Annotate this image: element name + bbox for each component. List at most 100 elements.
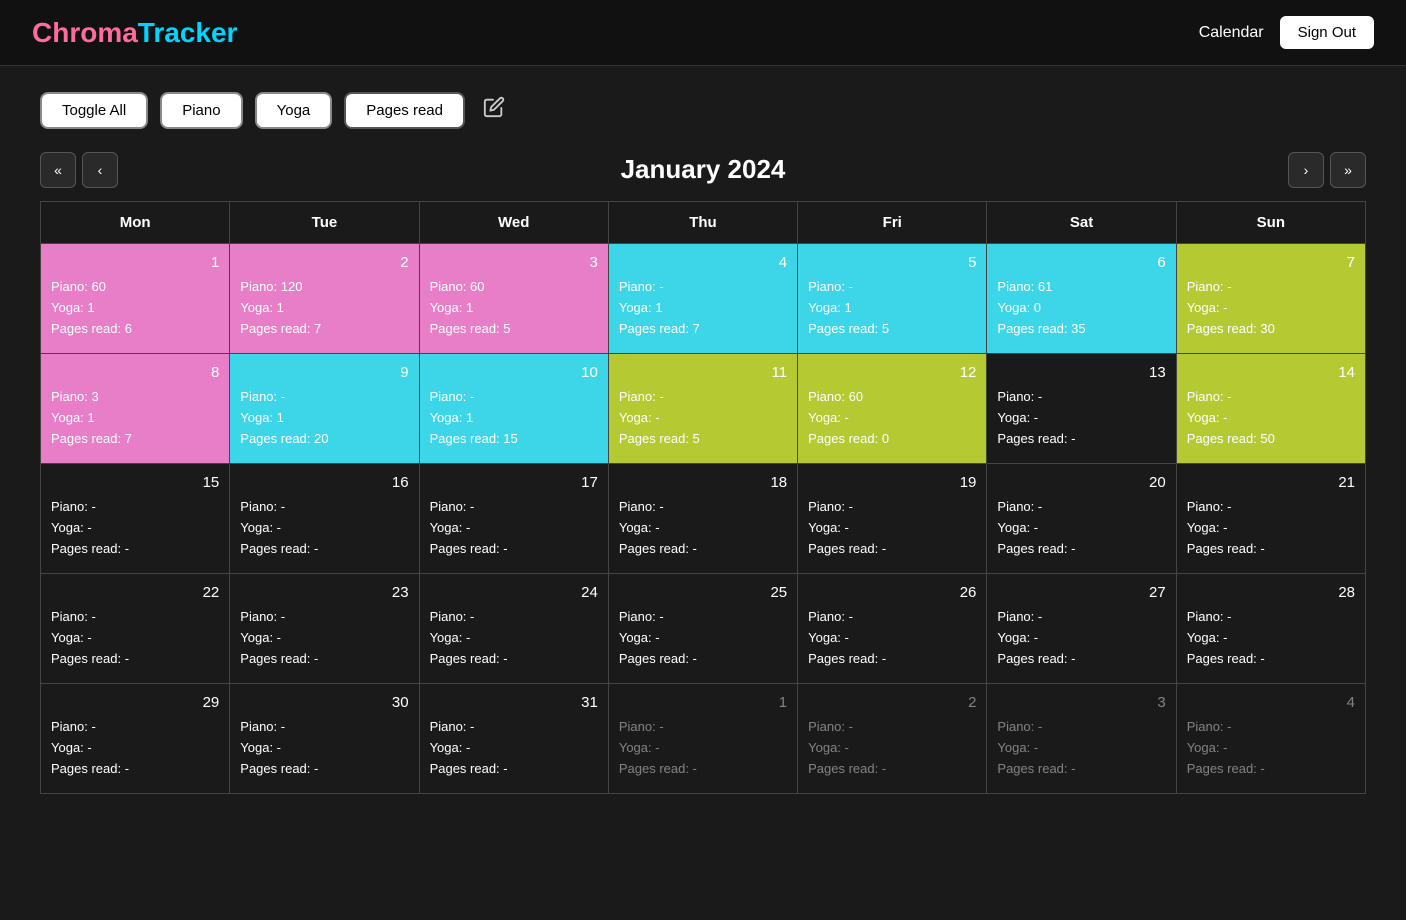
- piano-entry: Piano: 60: [430, 277, 598, 298]
- calendar-cell[interactable]: 17Piano: -Yoga: -Pages read: -: [419, 464, 608, 574]
- piano-entry: Piano: -: [808, 277, 976, 298]
- calendar-navigation: « ‹ January 2024 › »: [40, 154, 1366, 185]
- calendar-cell[interactable]: 25Piano: -Yoga: -Pages read: -: [608, 574, 797, 684]
- day-number: 29: [51, 694, 219, 711]
- piano-entry: Piano: -: [619, 717, 787, 738]
- calendar-week-row: 1Piano: 60Yoga: 1Pages read: 62Piano: 12…: [41, 244, 1366, 354]
- day-number: 25: [619, 584, 787, 601]
- calendar-cell[interactable]: 29Piano: -Yoga: -Pages read: -: [41, 684, 230, 794]
- yoga-entry: Yoga: -: [240, 518, 408, 539]
- day-entries: Piano: -Yoga: -Pages read: -: [808, 497, 976, 559]
- prev-prev-button[interactable]: «: [40, 152, 76, 188]
- piano-entry: Piano: -: [430, 497, 598, 518]
- pages-entry: Pages read: -: [1187, 539, 1355, 560]
- pages-entry: Pages read: -: [430, 759, 598, 780]
- day-entries: Piano: -Yoga: -Pages read: -: [997, 607, 1165, 669]
- yoga-entry: Yoga: 0: [997, 298, 1165, 319]
- next-next-button[interactable]: »: [1330, 152, 1366, 188]
- yoga-entry: Yoga: -: [240, 738, 408, 759]
- calendar-cell[interactable]: 15Piano: -Yoga: -Pages read: -: [41, 464, 230, 574]
- day-entries: Piano: -Yoga: -Pages read: -: [430, 607, 598, 669]
- day-entries: Piano: -Yoga: 1Pages read: 15: [430, 387, 598, 449]
- sign-out-button[interactable]: Sign Out: [1280, 16, 1374, 49]
- yoga-filter-button[interactable]: Yoga: [255, 92, 333, 129]
- pages-entry: Pages read: 5: [619, 429, 787, 450]
- pages-entry: Pages read: -: [619, 649, 787, 670]
- calendar-cell[interactable]: 4Piano: -Yoga: -Pages read: -: [1176, 684, 1365, 794]
- calendar-cell[interactable]: 23Piano: -Yoga: -Pages read: -: [230, 574, 419, 684]
- logo-tracker: Tracker: [138, 17, 238, 48]
- day-number: 20: [997, 474, 1165, 491]
- calendar-cell[interactable]: 30Piano: -Yoga: -Pages read: -: [230, 684, 419, 794]
- piano-entry: Piano: -: [997, 717, 1165, 738]
- day-entries: Piano: -Yoga: -Pages read: -: [430, 717, 598, 779]
- edit-icon-button[interactable]: [477, 90, 511, 130]
- yoga-entry: Yoga: -: [1187, 518, 1355, 539]
- calendar-cell[interactable]: 5Piano: -Yoga: 1Pages read: 5: [798, 244, 987, 354]
- pages-entry: Pages read: -: [997, 649, 1165, 670]
- calendar-link[interactable]: Calendar: [1199, 24, 1264, 42]
- day-entries: Piano: -Yoga: -Pages read: -: [51, 497, 219, 559]
- weekday-row: MonTueWedThuFriSatSun: [41, 202, 1366, 244]
- calendar-cell[interactable]: 3Piano: 60Yoga: 1Pages read: 5: [419, 244, 608, 354]
- day-number: 4: [1187, 694, 1355, 711]
- yoga-entry: Yoga: -: [619, 408, 787, 429]
- calendar-cell[interactable]: 22Piano: -Yoga: -Pages read: -: [41, 574, 230, 684]
- prev-button[interactable]: ‹: [82, 152, 118, 188]
- calendar-cell[interactable]: 20Piano: -Yoga: -Pages read: -: [987, 464, 1176, 574]
- calendar-cell[interactable]: 9Piano: -Yoga: 1Pages read: 20: [230, 354, 419, 464]
- calendar-cell[interactable]: 16Piano: -Yoga: -Pages read: -: [230, 464, 419, 574]
- day-entries: Piano: -Yoga: -Pages read: 5: [619, 387, 787, 449]
- calendar-cell[interactable]: 8Piano: 3Yoga: 1Pages read: 7: [41, 354, 230, 464]
- piano-entry: Piano: 61: [997, 277, 1165, 298]
- yoga-entry: Yoga: 1: [240, 408, 408, 429]
- yoga-entry: Yoga: -: [1187, 738, 1355, 759]
- day-number: 3: [997, 694, 1165, 711]
- calendar-cell[interactable]: 10Piano: -Yoga: 1Pages read: 15: [419, 354, 608, 464]
- calendar-cell[interactable]: 7Piano: -Yoga: -Pages read: 30: [1176, 244, 1365, 354]
- toggle-all-button[interactable]: Toggle All: [40, 92, 148, 129]
- calendar-cell[interactable]: 14Piano: -Yoga: -Pages read: 50: [1176, 354, 1365, 464]
- calendar-cell[interactable]: 1Piano: 60Yoga: 1Pages read: 6: [41, 244, 230, 354]
- yoga-entry: Yoga: 1: [430, 408, 598, 429]
- pages-entry: Pages read: -: [997, 429, 1165, 450]
- calendar-cell[interactable]: 2Piano: 120Yoga: 1Pages read: 7: [230, 244, 419, 354]
- piano-entry: Piano: -: [430, 607, 598, 628]
- calendar-cell[interactable]: 27Piano: -Yoga: -Pages read: -: [987, 574, 1176, 684]
- day-entries: Piano: -Yoga: -Pages read: -: [808, 717, 976, 779]
- day-entries: Piano: -Yoga: -Pages read: -: [51, 607, 219, 669]
- calendar-cell[interactable]: 4Piano: -Yoga: 1Pages read: 7: [608, 244, 797, 354]
- yoga-entry: Yoga: -: [997, 518, 1165, 539]
- calendar-cell[interactable]: 6Piano: 61Yoga: 0Pages read: 35: [987, 244, 1176, 354]
- day-number: 1: [51, 254, 219, 271]
- calendar-cell[interactable]: 3Piano: -Yoga: -Pages read: -: [987, 684, 1176, 794]
- calendar-cell[interactable]: 2Piano: -Yoga: -Pages read: -: [798, 684, 987, 794]
- pages-entry: Pages read: 5: [430, 319, 598, 340]
- weekday-header: Thu: [608, 202, 797, 244]
- calendar-cell[interactable]: 11Piano: -Yoga: -Pages read: 5: [608, 354, 797, 464]
- yoga-entry: Yoga: -: [808, 518, 976, 539]
- piano-filter-button[interactable]: Piano: [160, 92, 242, 129]
- calendar-cell[interactable]: 31Piano: -Yoga: -Pages read: -: [419, 684, 608, 794]
- calendar-header: MonTueWedThuFriSatSun: [41, 202, 1366, 244]
- piano-entry: Piano: -: [619, 387, 787, 408]
- next-button[interactable]: ›: [1288, 152, 1324, 188]
- pages-read-filter-button[interactable]: Pages read: [344, 92, 465, 129]
- calendar-cell[interactable]: 12Piano: 60Yoga: -Pages read: 0: [798, 354, 987, 464]
- pages-entry: Pages read: -: [619, 539, 787, 560]
- weekday-header: Fri: [798, 202, 987, 244]
- day-entries: Piano: -Yoga: -Pages read: -: [240, 717, 408, 779]
- calendar-cell[interactable]: 1Piano: -Yoga: -Pages read: -: [608, 684, 797, 794]
- day-entries: Piano: 120Yoga: 1Pages read: 7: [240, 277, 408, 339]
- calendar-cell[interactable]: 21Piano: -Yoga: -Pages read: -: [1176, 464, 1365, 574]
- piano-entry: Piano: -: [808, 607, 976, 628]
- calendar-cell[interactable]: 26Piano: -Yoga: -Pages read: -: [798, 574, 987, 684]
- calendar-cell[interactable]: 19Piano: -Yoga: -Pages read: -: [798, 464, 987, 574]
- main-content: Toggle All Piano Yoga Pages read « ‹ Jan…: [0, 66, 1406, 818]
- calendar-cell[interactable]: 18Piano: -Yoga: -Pages read: -: [608, 464, 797, 574]
- calendar-cell[interactable]: 13Piano: -Yoga: -Pages read: -: [987, 354, 1176, 464]
- day-number: 24: [430, 584, 598, 601]
- yoga-entry: Yoga: -: [430, 518, 598, 539]
- calendar-cell[interactable]: 28Piano: -Yoga: -Pages read: -: [1176, 574, 1365, 684]
- calendar-cell[interactable]: 24 Piano: -Yoga: -Pages read: -: [419, 574, 608, 684]
